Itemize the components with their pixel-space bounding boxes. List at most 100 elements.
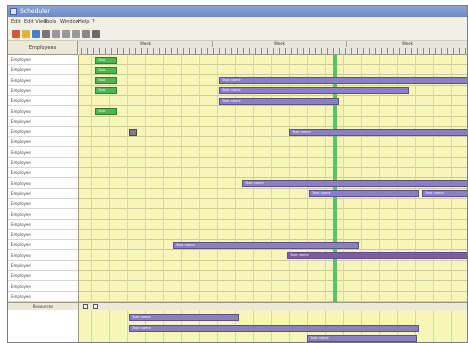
scale-tick	[333, 48, 337, 54]
task-bar[interactable]: Task name	[309, 190, 419, 198]
scale-tick	[159, 48, 163, 54]
paste-icon[interactable]	[72, 30, 80, 38]
chart-row	[79, 65, 467, 76]
scale-tick	[105, 48, 109, 54]
toolbar	[8, 28, 467, 41]
resource-name[interactable]: Employee	[8, 240, 78, 251]
resource-name[interactable]: Employee	[8, 199, 78, 210]
resource-name[interactable]: Employee	[8, 168, 78, 179]
scale-tick	[231, 48, 235, 54]
menu-item[interactable]: ?	[92, 17, 95, 28]
task-bar[interactable]: Task name	[219, 77, 467, 85]
resource-name[interactable]: Employee	[8, 271, 78, 282]
bottom-pane-list	[8, 310, 79, 342]
task-bar[interactable]: Task	[95, 108, 117, 115]
task-bar[interactable]	[129, 128, 137, 136]
undo-icon[interactable]	[82, 30, 90, 38]
grid-line	[181, 55, 182, 302]
gantt-view: Employees Week Week Week Employee Employee E…	[8, 41, 467, 342]
scale-tick	[165, 48, 169, 54]
scale-tick	[183, 48, 187, 54]
grid-line	[91, 310, 92, 342]
scale-tick	[225, 48, 229, 54]
menu-item[interactable]: Tools	[44, 17, 56, 28]
resource-name[interactable]: Employee	[8, 76, 78, 86]
scale-tick	[381, 48, 385, 54]
bottom-pane-toolbar	[79, 302, 467, 310]
task-bar[interactable]: Task	[95, 56, 117, 64]
task-bar[interactable]: Task name	[173, 241, 359, 249]
resource-name[interactable]: Employee	[8, 137, 78, 148]
scale-tick	[387, 48, 391, 54]
print-icon[interactable]	[42, 30, 50, 38]
task-bar[interactable]: Task name	[287, 252, 467, 260]
scale-tick	[459, 48, 463, 54]
menu-item[interactable]: Edit	[11, 17, 21, 28]
resource-name[interactable]: Employee	[8, 251, 78, 261]
resource-name[interactable]: Employee	[8, 96, 78, 107]
new-icon[interactable]	[12, 30, 20, 38]
resource-bar[interactable]: Task name	[307, 335, 417, 342]
resource-name[interactable]: Employee	[8, 220, 78, 230]
menu-item[interactable]: Window	[60, 17, 80, 28]
grid-line	[163, 55, 164, 302]
menu-item[interactable]: Help	[78, 17, 89, 28]
scale-tick	[111, 48, 115, 54]
bottom-pane-chart[interactable]: Task name Task name Task name	[79, 310, 467, 342]
resource-name[interactable]: Employee	[8, 230, 78, 241]
resource-name[interactable]: Employee	[8, 158, 78, 168]
chart-row	[79, 168, 467, 179]
scale-tick	[453, 48, 457, 54]
copy-icon[interactable]	[62, 30, 70, 38]
scale-tick	[267, 48, 271, 54]
resource-list: Employee Employee Employee Employee Employee…	[8, 55, 79, 302]
resource-name[interactable]: Employee	[8, 148, 78, 158]
task-bar[interactable]: Task	[95, 77, 117, 85]
grid-line	[145, 55, 146, 302]
chart-row	[79, 199, 467, 210]
resource-name[interactable]: Employee	[8, 65, 78, 76]
resource-bar[interactable]: Task name	[129, 325, 419, 332]
chart-row	[79, 271, 467, 282]
resource-name[interactable]: Employee	[8, 107, 78, 117]
task-bar[interactable]: Task name	[242, 180, 467, 188]
scale-tick	[87, 48, 91, 54]
filter-icon[interactable]	[92, 30, 100, 38]
scale-tick	[321, 48, 325, 54]
resource-column-header[interactable]: Employees	[8, 41, 78, 55]
resource-name[interactable]: Employee	[8, 55, 78, 65]
scale-tick	[447, 48, 451, 54]
scale-tick	[327, 48, 331, 54]
period-label: Week	[79, 41, 213, 47]
scale-tick	[99, 48, 103, 54]
resource-name[interactable]: Employee	[8, 210, 78, 220]
resource-name[interactable]: Employee	[8, 189, 78, 199]
scale-tick	[141, 48, 145, 54]
scale-tick	[171, 48, 175, 54]
scale-tick	[303, 48, 307, 54]
resource-name[interactable]: Employee	[8, 179, 78, 189]
task-bar[interactable]: Task name	[422, 190, 467, 198]
task-bar[interactable]: Task name	[289, 128, 467, 136]
task-bar[interactable]: Task name	[219, 97, 339, 105]
resource-bar[interactable]: Task name	[129, 314, 239, 321]
task-bar[interactable]: Task name	[219, 87, 409, 95]
grid-icon[interactable]	[93, 304, 98, 309]
scale-tick	[213, 48, 217, 54]
resource-name[interactable]: Employee	[8, 282, 78, 292]
window-title: Scheduler	[20, 8, 51, 15]
scale-tick	[423, 48, 427, 54]
save-icon[interactable]	[32, 30, 40, 38]
resource-name[interactable]: Employee	[8, 292, 78, 302]
gantt-chart-area[interactable]: Task Task Task Task name Task Task name Task n…	[79, 55, 467, 302]
open-icon[interactable]	[22, 30, 30, 38]
task-bar[interactable]: Task	[95, 87, 117, 95]
resource-name[interactable]: Employee	[8, 127, 78, 138]
resource-name[interactable]: Employee	[8, 86, 78, 96]
resource-name[interactable]: Employee	[8, 261, 78, 271]
cut-icon[interactable]	[52, 30, 60, 38]
task-bar[interactable]: Task	[95, 66, 117, 74]
pin-icon[interactable]	[83, 304, 88, 309]
scale-tick	[351, 48, 355, 54]
resource-name[interactable]: Employee	[8, 117, 78, 127]
